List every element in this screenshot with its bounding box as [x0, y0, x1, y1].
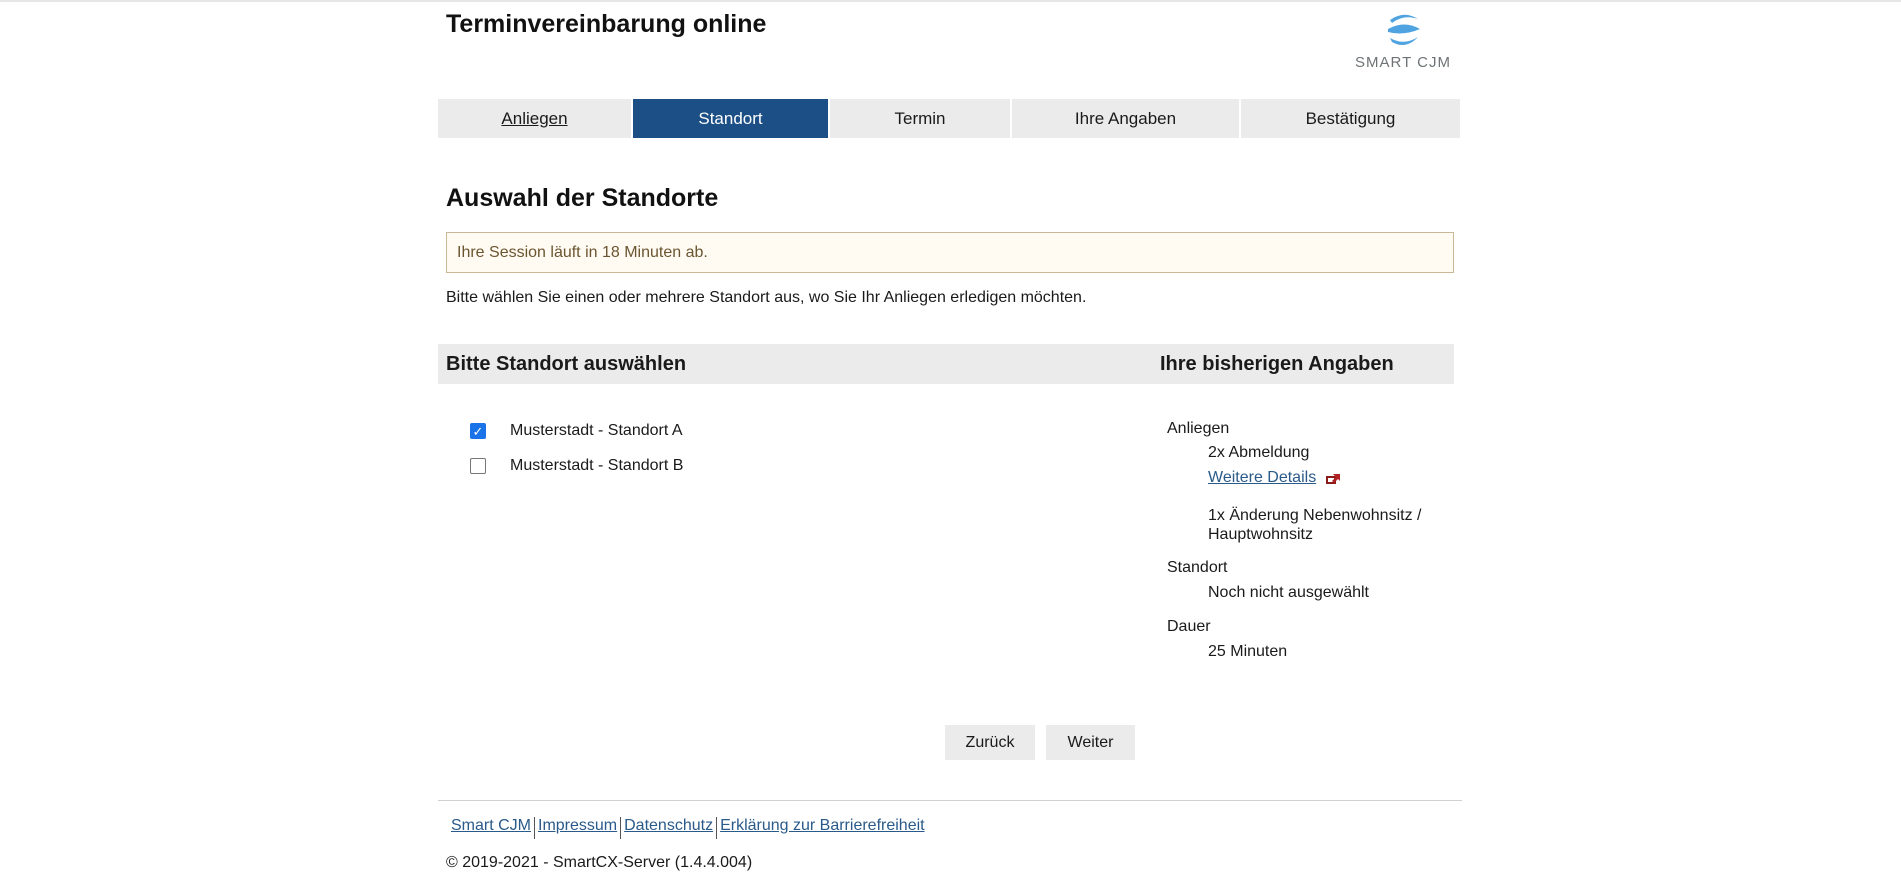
external-link-icon [1325, 472, 1341, 484]
details-link-label: Weitere Details [1208, 469, 1317, 486]
top-border [0, 0, 1901, 2]
summary-concern-item-2-line2: Hauptwohnsitz [1208, 526, 1313, 543]
session-notice-text: Ihre Session läuft in 18 Minuten ab. [457, 243, 708, 261]
tab-bestaetigung: Bestätigung [1241, 99, 1460, 138]
details-link[interactable]: Weitere Details [1208, 469, 1341, 487]
tab-ihre-angaben: Ihre Angaben [1012, 99, 1239, 138]
location-option-a[interactable]: Musterstadt - Standort A [470, 420, 683, 442]
smart-cjm-s-logo-icon [1388, 14, 1420, 46]
tab-bestaetigung-label: Bestätigung [1305, 108, 1396, 128]
section-title: Auswahl der Standorte [446, 184, 719, 212]
footer-link-barrierefreiheit[interactable]: Erklärung zur Barrierefreiheit [717, 817, 928, 839]
app-title: Terminvereinbarung online [446, 10, 767, 38]
tab-anliegen-label: Anliegen [501, 108, 568, 128]
summary-concern-item-2: 1x Änderung Nebenwohnsitz / Hauptwohnsit… [1208, 506, 1421, 544]
footer-link-smart-cjm[interactable]: Smart CJM [448, 817, 534, 839]
footer-link-datenschutz[interactable]: Datenschutz [621, 817, 716, 839]
tab-ihre-angaben-label: Ihre Angaben [1074, 108, 1177, 128]
tab-termin-label: Termin [894, 108, 946, 128]
copyright-text: © 2019-2021 - SmartCX-Server (1.4.4.004) [446, 854, 753, 871]
summary-heading: Ihre bisherigen Angaben [1160, 353, 1394, 375]
tab-anliegen[interactable]: Anliegen [438, 99, 631, 138]
location-select-heading: Bitte Standort auswählen [446, 353, 687, 375]
footer-divider [438, 800, 1462, 801]
logo-text: SMART CJM [1355, 54, 1451, 71]
summary-concern-label: Anliegen [1167, 420, 1230, 437]
next-button[interactable]: Weiter [1046, 725, 1135, 760]
tab-standort-label: Standort [698, 108, 763, 128]
tab-termin: Termin [830, 99, 1010, 138]
summary-duration-label: Dauer [1167, 618, 1211, 635]
summary-location-value: Noch nicht ausgewählt [1208, 584, 1369, 601]
location-a-label: Musterstadt - Standort A [510, 422, 683, 439]
summary-concern-item-2-line1: 1x Änderung Nebenwohnsitz / [1208, 507, 1422, 524]
session-notice: Ihre Session läuft in 18 Minuten ab. [446, 232, 1454, 273]
location-a-checkbox[interactable] [470, 423, 486, 439]
location-option-b[interactable]: Musterstadt - Standort B [470, 455, 683, 477]
back-button[interactable]: Zurück [945, 725, 1035, 760]
step-tabs: Anliegen Standort Termin Ihre Angaben Be… [438, 99, 1462, 138]
table-header: Bitte Standort auswählen Ihre bisherigen… [438, 344, 1454, 384]
smart-cjm-logo: SMART CJM [1348, 10, 1458, 74]
intro-text: Bitte wählen Sie einen oder mehrere Stan… [446, 289, 1087, 306]
footer-link-impressum[interactable]: Impressum [535, 817, 620, 839]
tab-standort[interactable]: Standort [633, 99, 828, 138]
summary-concern-item-1: 2x Abmeldung [1208, 444, 1310, 461]
location-b-label: Musterstadt - Standort B [510, 457, 684, 474]
footer-links: Smart CJM Impressum Datenschutz Erklärun… [448, 817, 928, 839]
summary-duration-value: 25 Minuten [1208, 643, 1288, 660]
location-b-checkbox[interactable] [470, 458, 486, 474]
summary-location-label: Standort [1167, 559, 1228, 576]
